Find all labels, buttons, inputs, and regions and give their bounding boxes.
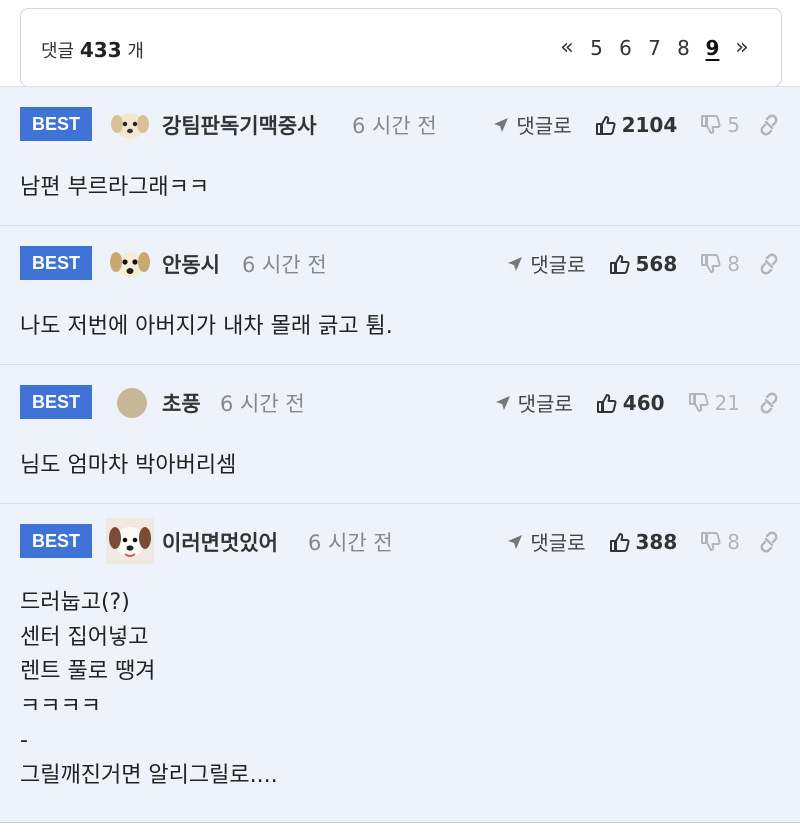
best-badge: BEST	[20, 246, 92, 280]
page-prev-button[interactable]: «	[552, 35, 582, 60]
comment-count-suffix: 개	[127, 41, 144, 62]
best-badge: BEST	[20, 107, 92, 141]
comment-text: 드러눕고(?) 센터 집어넣고 렌트 풀로 땡겨 ㅋㅋㅋㅋ - 그릴깨진거면 알…	[20, 590, 278, 788]
thumbs-up-icon	[609, 254, 630, 274]
best-badge: BEST	[20, 385, 92, 419]
thumbs-down-icon	[701, 531, 721, 551]
comment-actions: 댓글로 2104 5	[492, 110, 780, 139]
page-link-7[interactable]: 7	[640, 36, 669, 60]
reply-label: 댓글로	[530, 531, 586, 555]
link-icon[interactable]	[758, 392, 780, 414]
comment-meta: BEST 이러면멋있어 6 시간 전 댓글로 388 8	[20, 518, 780, 564]
comment-time: 6 시간 전	[308, 531, 393, 555]
comment-actions: 댓글로 388 8	[506, 527, 780, 556]
like-count: 568	[635, 251, 678, 276]
dislike-button[interactable]: 21	[687, 391, 740, 415]
comment-text: 나도 저번에 아버지가 내차 몰래 긁고 튐.	[20, 314, 393, 339]
thumbs-up-icon	[609, 532, 630, 552]
dislike-button[interactable]: 5	[699, 113, 740, 137]
reply-button[interactable]: 댓글로	[494, 388, 573, 417]
comment-time: 6 시간 전	[352, 114, 437, 138]
thumbs-down-icon	[688, 392, 709, 412]
like-count: 2104	[621, 112, 678, 137]
comment-count-label: 댓글	[41, 41, 75, 62]
dog-avatar-icon[interactable]	[110, 245, 150, 283]
like-button[interactable]: 388	[608, 529, 678, 554]
comment-actions: 댓글로 460 21	[494, 388, 780, 417]
link-icon[interactable]	[758, 531, 780, 553]
comment-time: 6 시간 전	[220, 392, 305, 416]
page-next-button[interactable]: »	[727, 35, 757, 60]
thumbs-down-icon	[701, 253, 721, 273]
comment-count: 댓글 433 개	[41, 37, 144, 63]
comment-actions: 댓글로 568 8	[506, 249, 780, 278]
reply-button[interactable]: 댓글로	[492, 110, 572, 139]
page-link-8[interactable]: 8	[669, 36, 698, 60]
comment-nickname[interactable]: 이러면멋있어	[162, 527, 278, 557]
comment-meta: BEST 초풍 6 시간 전 댓글로 460 21	[20, 385, 780, 421]
like-count: 460	[622, 390, 665, 415]
page-link-5[interactable]: 5	[582, 36, 611, 60]
comment-text: 님도 엄마차 박아버리셈	[20, 453, 237, 478]
comment-count-value: 433	[79, 38, 122, 62]
beige-circle-avatar-icon[interactable]	[110, 384, 150, 422]
comment-text: 남편 부르라그래ㅋㅋ	[20, 175, 210, 200]
reply-arrow-icon	[508, 534, 523, 549]
comment-item: BEST 안동시 6 시간 전 댓글로 568 8 나도 저번에 아버지가 내차…	[0, 225, 800, 364]
reply-arrow-icon	[494, 117, 509, 132]
comment-time: 6 시간 전	[242, 253, 327, 277]
comment-meta: BEST 강팀판독기맥중사 6 시간 전 댓글로 2104 5	[20, 107, 780, 143]
reply-button[interactable]: 댓글로	[506, 249, 586, 278]
dislike-button[interactable]: 8	[699, 252, 740, 276]
link-icon[interactable]	[758, 114, 780, 136]
thumbs-up-icon	[595, 115, 616, 135]
thumbs-down-icon	[701, 114, 721, 134]
best-badge: BEST	[20, 524, 92, 558]
reply-arrow-icon	[495, 395, 510, 410]
comment-nickname[interactable]: 안동시	[162, 249, 220, 279]
like-button[interactable]: 460	[595, 391, 665, 415]
dislike-count: 21	[714, 390, 740, 415]
reply-label: 댓글로	[516, 114, 572, 138]
dog-avatar-icon[interactable]	[106, 518, 154, 564]
comment-item: BEST 이러면멋있어 6 시간 전 댓글로 388 8 드러눕고(?) 센터 …	[0, 503, 800, 823]
comment-nickname[interactable]: 강팀판독기맥중사	[162, 110, 317, 140]
reply-button[interactable]: 댓글로	[506, 527, 586, 556]
dislike-count: 5	[727, 112, 740, 137]
like-button[interactable]: 568	[608, 251, 678, 276]
reply-arrow-icon	[508, 256, 523, 271]
like-button[interactable]: 2104	[594, 112, 678, 137]
thumbs-up-icon	[596, 393, 617, 413]
comment-header: 댓글 433 개 « 5 6 7 8 9 »	[20, 8, 782, 87]
page-link-6[interactable]: 6	[611, 36, 640, 60]
like-count: 388	[635, 529, 678, 554]
page-link-current[interactable]: 9	[698, 36, 727, 60]
comment-meta: BEST 안동시 6 시간 전 댓글로 568 8	[20, 246, 780, 282]
dislike-count: 8	[727, 251, 740, 276]
comment-item: BEST 강팀판독기맥중사 6 시간 전 댓글로 2104 5 남편 부르라그래…	[0, 86, 800, 225]
comment-nickname[interactable]: 초풍	[162, 388, 201, 418]
reply-label: 댓글로	[530, 253, 586, 277]
reply-label: 댓글로	[517, 392, 573, 416]
dislike-count: 8	[727, 529, 740, 554]
dislike-button[interactable]: 8	[699, 530, 740, 554]
comment-item: BEST 초풍 6 시간 전 댓글로 460 21 님도 엄마차 박아버리셈	[0, 364, 800, 503]
dog-avatar-icon[interactable]	[110, 106, 150, 144]
pagination: « 5 6 7 8 9 »	[552, 35, 757, 60]
page-bottom	[0, 824, 800, 834]
link-icon[interactable]	[758, 253, 780, 275]
